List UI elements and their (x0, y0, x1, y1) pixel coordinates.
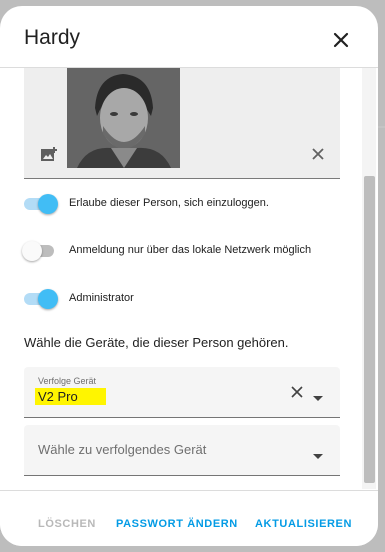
close-icon (333, 32, 349, 48)
toggle-row-local-only: Anmeldung nur über das lokale Netzwerk m… (22, 239, 344, 263)
tracked-device-dropdown[interactable] (313, 389, 323, 401)
clear-icon (312, 148, 324, 160)
local-only-toggle[interactable] (22, 241, 56, 261)
scrollbar-thumb[interactable] (364, 176, 375, 483)
update-button[interactable]: AKTUALISIEREN (255, 518, 352, 530)
person-dialog: Hardy Erlaube dieser Person, sich einzul… (0, 6, 378, 546)
login-toggle-label: Erlaube dieser Person, sich einzuloggen. (69, 197, 269, 209)
tracked-device-label: Verfolge Gerät (38, 376, 97, 386)
picture-upload[interactable] (24, 68, 340, 179)
login-toggle[interactable] (24, 194, 58, 214)
chevron-down-icon (313, 396, 323, 401)
admin-toggle[interactable] (24, 289, 58, 309)
add-device-field[interactable]: Wähle zu verfolgendes Gerät (24, 425, 340, 476)
dialog-content: Erlaube dieser Person, sich einzuloggen.… (0, 68, 378, 489)
tracked-device-value: V2 Pro (35, 388, 106, 405)
chevron-down-icon (313, 454, 323, 459)
toggle-row-login: Erlaube dieser Person, sich einzuloggen. (24, 192, 344, 216)
toggle-knob (38, 289, 58, 309)
clear-device-button[interactable] (291, 385, 303, 398)
devices-heading: Wähle die Geräte, die dieser Person gehö… (24, 335, 289, 350)
dialog-header: Hardy (0, 6, 378, 68)
admin-toggle-label: Administrator (69, 292, 134, 304)
add-photo-icon[interactable] (40, 146, 58, 164)
toggle-row-admin: Administrator (24, 287, 344, 311)
profile-picture (67, 68, 180, 168)
toggle-knob (22, 241, 42, 261)
toggle-knob (38, 194, 58, 214)
change-password-button[interactable]: PASSWORT ÄNDERN (116, 518, 238, 530)
dialog-footer: LÖSCHEN PASSWORT ÄNDERN AKTUALISIEREN (0, 490, 378, 546)
close-button[interactable] (327, 26, 355, 54)
dialog-title: Hardy (24, 26, 81, 49)
delete-button[interactable]: LÖSCHEN (38, 518, 96, 530)
add-device-dropdown[interactable] (313, 447, 323, 459)
add-device-placeholder: Wähle zu verfolgendes Gerät (38, 442, 207, 457)
local-only-toggle-label: Anmeldung nur über das lokale Netzwerk m… (69, 244, 312, 256)
clear-picture-button[interactable] (310, 146, 326, 162)
clear-icon (291, 386, 303, 398)
tracked-device-field[interactable]: Verfolge Gerät V2 Pro (24, 367, 340, 418)
